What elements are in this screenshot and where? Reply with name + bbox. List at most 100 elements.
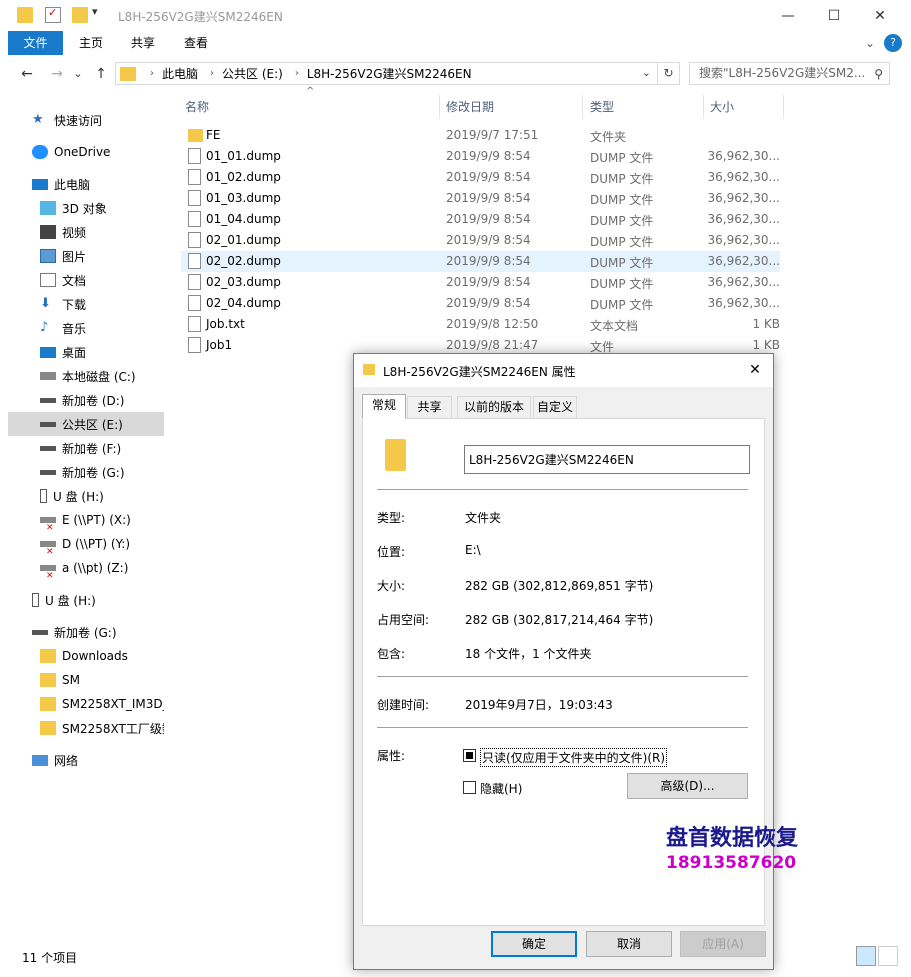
table-row[interactable]: 02_01.dump 2019/9/9 8:54 DUMP 文件 36,962,30.… xyxy=(181,230,780,251)
tab-sharing[interactable]: 共享 xyxy=(407,396,452,418)
readonly-label[interactable]: 只读(仅应用于文件夹中的文件)(R) xyxy=(480,748,668,767)
table-row[interactable]: 01_02.dump 2019/9/9 8:54 DUMP 文件 36,962,30.… xyxy=(181,167,780,188)
tab-home[interactable]: 主页 xyxy=(70,31,112,55)
music-icon: ♪ xyxy=(40,320,49,335)
tab-general[interactable]: 常规 xyxy=(362,394,406,419)
forward-button[interactable]: → xyxy=(47,65,67,83)
file-size: 36,962,30... xyxy=(707,212,780,226)
ribbon-tabs: 文件 主页 共享 查看 ⌄ ? xyxy=(0,31,911,55)
sidebar-item[interactable]: ♪ 音乐 xyxy=(8,316,164,340)
table-row[interactable]: Job.txt 2019/9/8 12:50 文本文档 1 KB xyxy=(181,314,780,335)
watermark: 盘首数据恢复 18913587620 xyxy=(666,827,798,875)
column-header-size[interactable]: 大小 xyxy=(710,98,734,115)
new-folder-icon[interactable] xyxy=(72,7,88,23)
column-divider[interactable] xyxy=(439,95,440,119)
properties-check-icon[interactable]: ✓ xyxy=(45,6,61,23)
network-drive-disconnected-icon: ✕ xyxy=(40,565,56,580)
search-input[interactable]: 搜索"L8H-256V2G建兴SM2... ⚲ xyxy=(689,62,890,85)
tab-share[interactable]: 共享 xyxy=(122,31,164,55)
up-button[interactable]: ↑ xyxy=(91,65,111,83)
minimize-button[interactable]: — xyxy=(765,0,811,31)
ribbon-expand-icon[interactable]: ⌄ xyxy=(860,31,880,55)
tab-view[interactable]: 查看 xyxy=(175,31,217,55)
apply-button[interactable]: 应用(A) xyxy=(680,931,766,957)
sidebar-item[interactable]: 桌面 xyxy=(8,340,164,364)
sidebar-item[interactable]: 此电脑 xyxy=(8,172,164,196)
tab-previous-versions[interactable]: 以前的版本 xyxy=(457,396,531,418)
sidebar-item[interactable]: ✕ E (\\PT) (X:) xyxy=(8,508,164,532)
address-dropdown-icon[interactable]: ⌄ xyxy=(642,66,651,79)
table-row[interactable]: 01_01.dump 2019/9/9 8:54 DUMP 文件 36,962,30.… xyxy=(181,146,780,167)
breadcrumb-this-pc[interactable]: 此电脑 xyxy=(162,65,198,82)
sidebar-item[interactable]: SM2258XT_IM3D_ xyxy=(8,692,164,716)
sidebar-item[interactable]: SM xyxy=(8,668,164,692)
readonly-checkbox[interactable] xyxy=(463,749,476,762)
ok-button[interactable]: 确定 xyxy=(491,931,577,957)
drive-icon xyxy=(32,629,48,635)
details-view-icon[interactable] xyxy=(856,946,876,966)
back-button[interactable]: ← xyxy=(17,65,37,83)
type-label: 类型: xyxy=(377,511,406,525)
advanced-button[interactable]: 高级(D)... xyxy=(627,773,748,799)
file-date: 2019/9/9 8:54 xyxy=(446,233,531,247)
column-divider[interactable] xyxy=(783,95,784,119)
hidden-label[interactable]: 隐藏(H) xyxy=(480,780,522,797)
refresh-button[interactable]: ↻ xyxy=(658,62,680,85)
sidebar-item[interactable]: SM2258XT工厂级数 xyxy=(8,716,164,740)
folder-icon xyxy=(40,697,56,711)
sidebar-item[interactable]: 本地磁盘 (C:) xyxy=(8,364,164,388)
table-row[interactable]: 01_03.dump 2019/9/9 8:54 DUMP 文件 36,962,30.… xyxy=(181,188,780,209)
sidebar-item[interactable]: 3D 对象 xyxy=(8,196,164,220)
cancel-button[interactable]: 取消 xyxy=(586,931,672,957)
file-date: 2019/9/9 8:54 xyxy=(446,191,531,205)
address-bar[interactable]: › 此电脑 › 公共区 (E:) › L8H-256V2G建兴SM2246EN … xyxy=(115,62,658,85)
sidebar-item-label: E (\\PT) (X:) xyxy=(62,513,131,527)
navigation-pane: ★ 快速访问 OneDrive 此电脑 3D 对象 视频 图片 文档 ⬇ 下载 ♪ 音乐 桌面 本地磁盘 … xyxy=(8,95,164,940)
help-icon[interactable]: ? xyxy=(884,34,902,52)
column-header-name[interactable]: 名称 xyxy=(185,98,209,115)
sidebar-item[interactable]: 新加卷 (D:) xyxy=(8,388,164,412)
tab-customize[interactable]: 自定义 xyxy=(533,396,577,418)
table-row[interactable]: FE 2019/9/7 17:51 文件夹 xyxy=(181,125,780,146)
large-icons-view-icon[interactable] xyxy=(878,946,898,966)
table-row[interactable]: 02_04.dump 2019/9/9 8:54 DUMP 文件 36,962,30.… xyxy=(181,293,780,314)
drive-c-icon xyxy=(40,372,56,380)
sidebar-item[interactable]: 新加卷 (G:) xyxy=(8,620,164,644)
breadcrumb-current-folder[interactable]: L8H-256V2G建兴SM2246EN xyxy=(307,65,472,82)
quick-access-dropdown-icon[interactable]: ▾ xyxy=(92,5,108,21)
sidebar-item[interactable]: ⬇ 下载 xyxy=(8,292,164,316)
recent-locations-button[interactable]: ⌄ xyxy=(71,65,85,83)
sidebar-item[interactable]: 网络 xyxy=(8,748,164,772)
sidebar-item[interactable]: 图片 xyxy=(8,244,164,268)
sidebar-item[interactable]: ✕ a (\\pt) (Z:) xyxy=(8,556,164,580)
sidebar-item[interactable]: 视频 xyxy=(8,220,164,244)
network-drive-disconnected-icon: ✕ xyxy=(40,517,56,532)
dialog-close-button[interactable]: ✕ xyxy=(743,359,767,381)
breadcrumb-drive-e[interactable]: 公共区 (E:) xyxy=(222,65,283,82)
column-header-type[interactable]: 类型 xyxy=(590,98,614,115)
close-button[interactable]: ✕ xyxy=(857,0,903,31)
tab-file[interactable]: 文件 xyxy=(8,31,63,55)
column-divider[interactable] xyxy=(582,95,583,119)
sidebar-item[interactable]: OneDrive xyxy=(8,140,164,164)
sidebar-item[interactable]: ✕ D (\\PT) (Y:) xyxy=(8,532,164,556)
sidebar-item[interactable]: U 盘 (H:) xyxy=(8,484,164,508)
table-row[interactable]: 01_04.dump 2019/9/9 8:54 DUMP 文件 36,962,30.… xyxy=(181,209,780,230)
sidebar-item[interactable]: 新加卷 (G:) xyxy=(8,460,164,484)
file-date: 2019/9/9 8:54 xyxy=(446,212,531,226)
sidebar-item[interactable]: 新加卷 (F:) xyxy=(8,436,164,460)
sidebar-item[interactable]: Downloads xyxy=(8,644,164,668)
sidebar-item[interactable]: ★ 快速访问 xyxy=(8,108,164,132)
column-divider[interactable] xyxy=(703,95,704,119)
attributes-label: 属性: xyxy=(377,749,406,763)
sidebar-item[interactable]: U 盘 (H:) xyxy=(8,588,164,612)
maximize-button[interactable]: ☐ xyxy=(811,0,857,31)
sidebar-item[interactable]: 公共区 (E:) xyxy=(8,412,164,436)
table-row[interactable]: 02_03.dump 2019/9/9 8:54 DUMP 文件 36,962,30.… xyxy=(181,272,780,293)
sidebar-item[interactable]: 文档 xyxy=(8,268,164,292)
hidden-checkbox[interactable] xyxy=(463,781,476,794)
folder-name-input[interactable]: L8H-256V2G建兴SM2246EN xyxy=(464,445,750,474)
table-row[interactable]: 02_02.dump 2019/9/9 8:54 DUMP 文件 36,962,30.… xyxy=(181,251,780,272)
drive-icon xyxy=(40,421,56,427)
column-header-date[interactable]: 修改日期 xyxy=(446,98,494,115)
